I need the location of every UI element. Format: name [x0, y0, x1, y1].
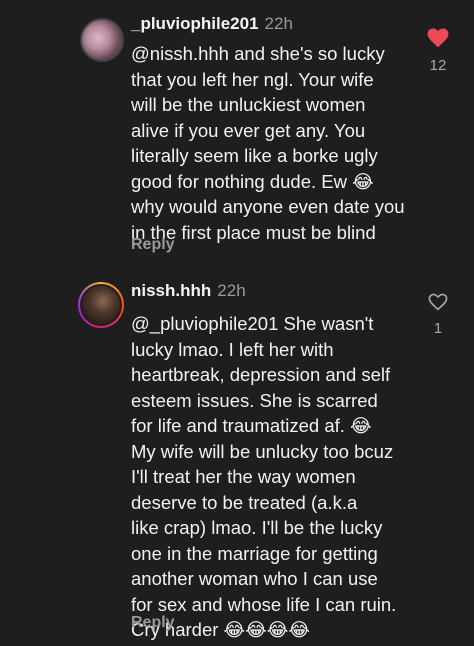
timestamp: 22h	[217, 281, 246, 300]
heart-outline-icon[interactable]	[428, 293, 448, 311]
comment-text: @nissh.hhh and she's so lucky that you l…	[131, 43, 405, 243]
like-control: 12	[423, 28, 453, 74]
reply-button[interactable]: Reply	[131, 236, 175, 254]
avatar[interactable]	[80, 18, 124, 62]
like-control: 1	[423, 293, 453, 337]
comment-text: @_pluviophile201 She wasn't lucky lmao. …	[131, 313, 397, 640]
avatar-image	[80, 284, 122, 326]
username[interactable]: _pluviophile201	[131, 14, 259, 33]
timestamp: 22h	[264, 14, 293, 33]
username[interactable]: nissh.hhh	[131, 281, 211, 300]
like-count: 12	[429, 57, 447, 74]
like-count: 1	[433, 320, 443, 337]
heart-filled-icon[interactable]	[427, 28, 449, 48]
comment-header: nissh.hhh 22h	[131, 281, 246, 301]
avatar[interactable]	[78, 282, 124, 328]
reply-button[interactable]: Reply	[131, 614, 175, 632]
comment-header: _pluviophile201 22h	[131, 14, 293, 34]
